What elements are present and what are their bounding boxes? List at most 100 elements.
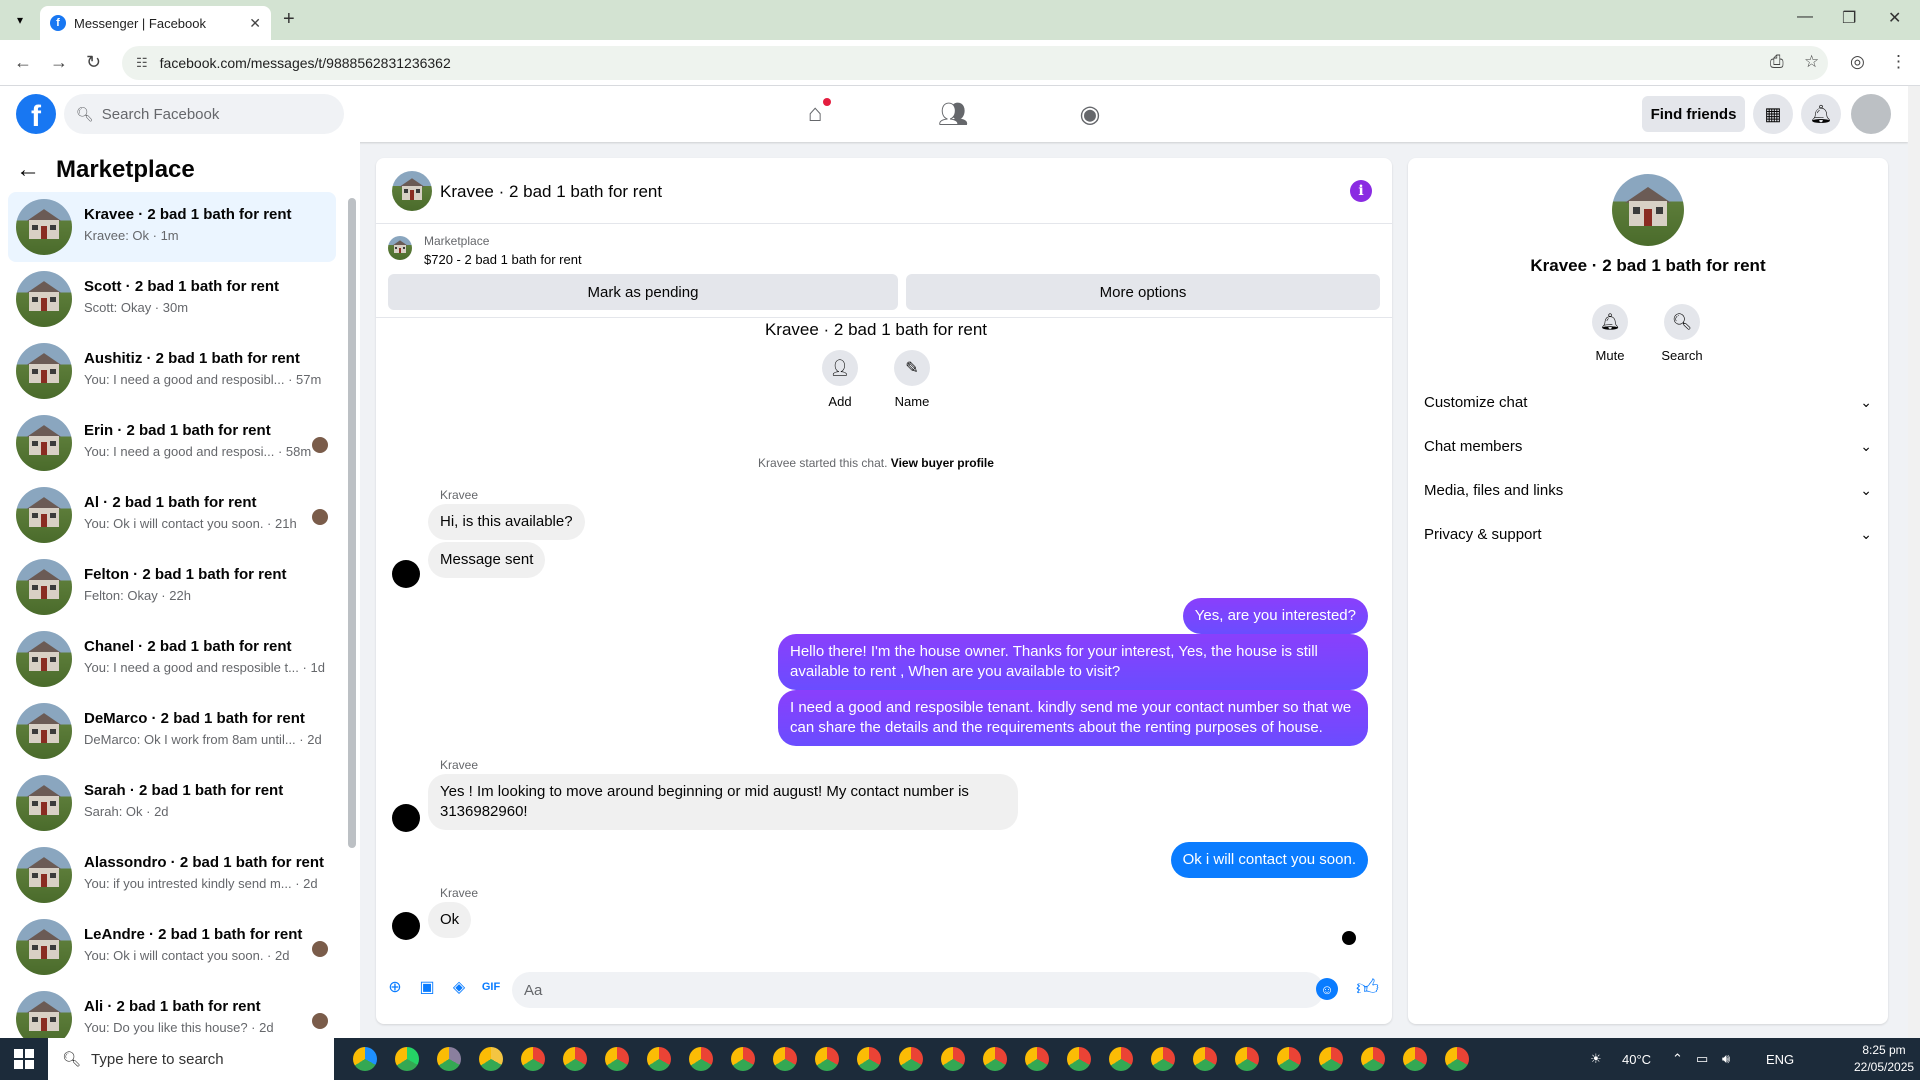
emoji-icon[interactable]: ☺ <box>1316 978 1338 1000</box>
conversation-item[interactable]: LeAndre · 2 bad 1 bath for rent You: Ok i… <box>8 912 336 982</box>
info-icon[interactable]: i <box>1350 180 1372 202</box>
taskbar-app-icon[interactable] <box>680 1038 722 1080</box>
conversation-item[interactable]: DeMarco · 2 bad 1 bath for rent DeMarco: … <box>8 696 336 766</box>
groups-icon[interactable]: ◉ <box>1074 98 1106 130</box>
url-field[interactable]: ☷ facebook.com/messages/t/98885628312363… <box>122 46 1828 80</box>
taskbar-app-icon[interactable] <box>974 1038 1016 1080</box>
page-scrollbar[interactable] <box>1908 86 1920 1038</box>
forward-icon[interactable]: → <box>50 52 68 73</box>
add-action[interactable]: 👤︎ Add <box>805 350 875 409</box>
taskbar-app-icon[interactable] <box>1142 1038 1184 1080</box>
home-icon[interactable]: ⌂ <box>799 98 831 130</box>
taskbar-app-icon[interactable] <box>1310 1038 1352 1080</box>
taskbar-app-icon[interactable] <box>1100 1038 1142 1080</box>
close-window-icon[interactable]: ✕ <box>1888 8 1901 28</box>
gif-icon[interactable]: GIF <box>480 976 502 998</box>
taskbar-search-input[interactable]: 🔍︎ Type here to search <box>48 1038 334 1080</box>
search-action[interactable]: 🔍︎ Search <box>1652 304 1712 363</box>
message-outgoing[interactable]: Yes, are you interested? <box>1182 598 1368 634</box>
mark-as-pending-button[interactable]: Mark as pending <box>388 274 898 310</box>
taskbar-app-icon[interactable] <box>1016 1038 1058 1080</box>
conversation-item[interactable]: Alassondro · 2 bad 1 bath for rent You: i… <box>8 840 336 910</box>
conversation-item[interactable]: Aushitiz · 2 bad 1 bath for rent You: I n… <box>8 336 336 406</box>
taskbar-app-icon[interactable] <box>344 1038 386 1080</box>
weather-icon[interactable]: ☀ <box>1590 1038 1602 1080</box>
taskbar-app-icon[interactable] <box>1268 1038 1310 1080</box>
message-incoming[interactable]: Ok <box>428 902 472 938</box>
conversation-item[interactable]: Kravee · 2 bad 1 bath for rent Kravee: Ok… <box>8 192 336 262</box>
sidebar-scrollbar[interactable] <box>348 198 356 848</box>
new-tab-icon[interactable]: + <box>283 8 295 31</box>
find-friends-button[interactable]: Find friends <box>1642 96 1745 132</box>
conversation-item[interactable]: Scott · 2 bad 1 bath for rent Scott: Okay… <box>8 264 336 334</box>
conversation-item[interactable]: Sarah · 2 bad 1 bath for rent Sarah: Ok ·… <box>8 768 336 838</box>
taskbar-app-icon[interactable] <box>1436 1038 1478 1080</box>
taskbar-app-icon[interactable] <box>470 1038 512 1080</box>
close-tab-icon[interactable]: ✕ <box>249 15 261 32</box>
language-text[interactable]: ENG <box>1766 1038 1794 1080</box>
back-arrow-icon[interactable]: ← <box>16 156 40 184</box>
tab-search-icon[interactable]: ▾ <box>10 10 30 30</box>
menu-grid-icon[interactable]: ▦ <box>1753 94 1793 134</box>
listing-thumbnail[interactable] <box>388 236 412 260</box>
taskbar-app-icon[interactable] <box>722 1038 764 1080</box>
taskbar-app-icon[interactable] <box>1226 1038 1268 1080</box>
taskbar-app-icon[interactable] <box>428 1038 470 1080</box>
sender-avatar[interactable] <box>392 912 420 940</box>
profile-icon[interactable]: ◎ <box>1850 52 1865 72</box>
mute-action[interactable]: 🔔︎ Mute <box>1580 304 1640 363</box>
conversation-item[interactable]: Chanel · 2 bad 1 bath for rent You: I nee… <box>8 624 336 694</box>
taskbar-app-icon[interactable] <box>596 1038 638 1080</box>
taskbar-app-icon[interactable] <box>806 1038 848 1080</box>
reload-icon[interactable]: ↻ <box>86 52 101 73</box>
taskbar-app-icon[interactable] <box>1058 1038 1100 1080</box>
taskbar-app-icon[interactable] <box>1184 1038 1226 1080</box>
conversation-item[interactable]: Erin · 2 bad 1 bath for rent You: I need … <box>8 408 336 478</box>
listing-title[interactable]: $720 - 2 bad 1 bath for rent <box>424 252 582 267</box>
conversation-item[interactable]: Al · 2 bad 1 bath for rent You: Ok i will… <box>8 480 336 550</box>
menu-kebab-icon[interactable]: ⋮ <box>1890 52 1907 72</box>
notifications-bell-icon[interactable]: 🔔︎ <box>1801 94 1841 134</box>
volume-icon[interactable]: 🔊︎ <box>1722 1038 1730 1080</box>
taskbar-app-icon[interactable] <box>764 1038 806 1080</box>
chat-thumbnail[interactable] <box>392 171 432 211</box>
taskbar-app-icon[interactable] <box>890 1038 932 1080</box>
taskbar-app-icon[interactable] <box>638 1038 680 1080</box>
taskbar-app-icon[interactable] <box>1394 1038 1436 1080</box>
network-icon[interactable]: ▭ <box>1696 1038 1708 1080</box>
message-incoming[interactable]: Hi, is this available? <box>428 504 585 540</box>
plus-circle-icon[interactable]: ⊕ <box>384 976 406 998</box>
message-outgoing[interactable]: Ok i will contact you soon. <box>1170 842 1368 878</box>
minimize-icon[interactable]: — <box>1797 8 1813 26</box>
photo-icon[interactable]: ▣ <box>416 976 438 998</box>
taskbar-app-icon[interactable] <box>554 1038 596 1080</box>
message-incoming[interactable]: Yes ! Im looking to move around beginnin… <box>428 774 1018 830</box>
conversation-item[interactable]: Felton · 2 bad 1 bath for rent Felton: Ok… <box>8 552 336 622</box>
facebook-search-input[interactable]: 🔍︎ Search Facebook <box>64 94 344 134</box>
sender-avatar[interactable] <box>392 560 420 588</box>
taskbar-app-icon[interactable] <box>512 1038 554 1080</box>
customize-chat-section[interactable]: Customize chat ⌄ <box>1424 382 1872 422</box>
facebook-logo-icon[interactable]: f <box>16 94 56 134</box>
message-input[interactable]: Aa <box>512 972 1324 1008</box>
browser-tab[interactable]: f Messenger | Facebook ✕ <box>40 6 271 40</box>
bookmark-star-icon[interactable]: ☆ <box>1804 52 1819 72</box>
restore-icon[interactable]: ❐ <box>1842 8 1856 28</box>
media-files-links-section[interactable]: Media, files and links ⌄ <box>1424 470 1872 510</box>
message-outgoing[interactable]: Hello there! I'm the house owner. Thanks… <box>778 634 1368 690</box>
friends-icon[interactable]: 👥︎ <box>937 98 969 130</box>
account-avatar[interactable] <box>1851 94 1891 134</box>
sender-avatar[interactable] <box>392 804 420 832</box>
windows-start-icon[interactable] <box>14 1049 34 1069</box>
install-icon[interactable]: ⎙ <box>1770 52 1784 72</box>
chat-members-section[interactable]: Chat members ⌄ <box>1424 426 1872 466</box>
taskbar-app-icon[interactable] <box>932 1038 974 1080</box>
message-outgoing[interactable]: I need a good and resposible tenant. kin… <box>778 690 1368 746</box>
privacy-support-section[interactable]: Privacy & support ⌄ <box>1424 514 1872 554</box>
name-action[interactable]: ✎ Name <box>877 350 947 409</box>
taskbar-app-icon[interactable] <box>386 1038 428 1080</box>
more-options-button[interactable]: More options <box>906 274 1380 310</box>
chat-title[interactable]: Kravee · 2 bad 1 bath for rent <box>440 182 662 202</box>
conversation-item[interactable]: Ali · 2 bad 1 bath for rent You: Do you l… <box>8 984 336 1038</box>
sticker-icon[interactable]: ◈ <box>448 976 470 998</box>
